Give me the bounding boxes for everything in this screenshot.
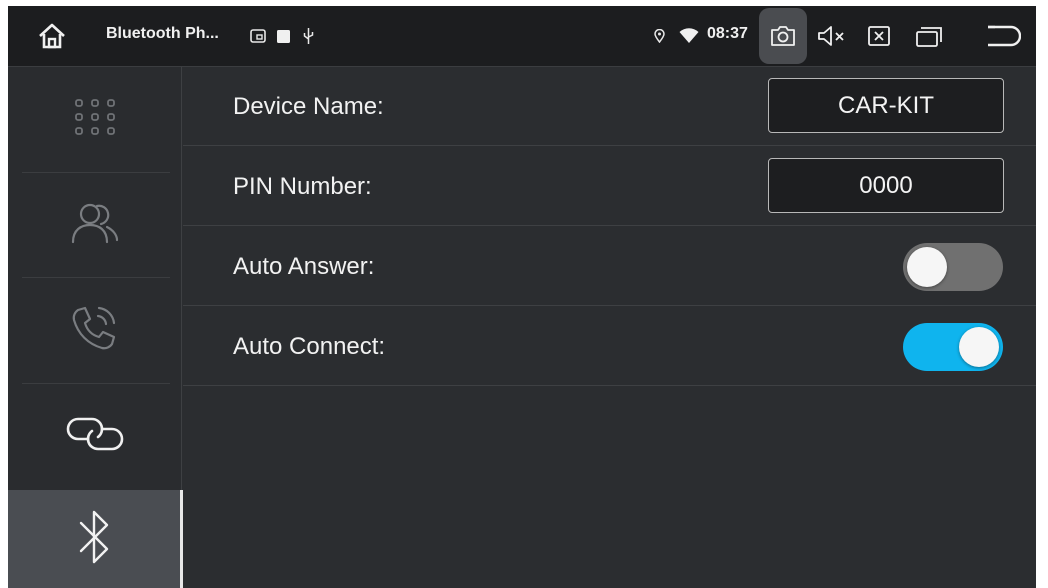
sidebar-item-pairing[interactable] [8,384,182,488]
phone-call-icon [70,304,120,357]
sidebar-item-contacts[interactable] [8,173,182,277]
pin-number-row: PIN Number: 0000 [183,147,1036,226]
sidebar-item-dialpad[interactable] [8,67,182,171]
dialpad-icon [73,97,117,142]
pin-number-field[interactable]: 0000 [768,158,1004,213]
home-icon[interactable] [36,20,68,52]
contacts-icon [67,200,123,251]
status-clock: 08:37 [707,25,748,42]
sidebar-nav [8,67,182,588]
status-bar: Bluetooth Ph... 08:37 [8,6,1036,67]
auto-connect-label: Auto Connect: [233,333,386,360]
bluetooth-icon [75,507,115,572]
volume-mute-icon[interactable] [816,23,848,49]
device-name-label: Device Name: [233,93,384,120]
auto-connect-row: Auto Connect: [183,307,1036,386]
app-title: Bluetooth Ph... [106,25,219,42]
sidebar-item-bluetooth[interactable] [8,490,182,588]
auto-answer-toggle[interactable] [903,243,1003,291]
auto-answer-row: Auto Answer: [183,227,1036,306]
close-window-icon[interactable] [866,24,892,48]
toggle-knob [959,327,999,367]
recent-apps-icon[interactable] [914,23,944,49]
screenshot-camera-icon[interactable] [759,8,807,64]
toggle-knob [907,247,947,287]
back-icon[interactable] [981,22,1023,50]
device-name-row: Device Name: CAR-KIT [183,67,1036,146]
device-name-field[interactable]: CAR-KIT [768,78,1004,133]
cast-icon [250,25,266,47]
wifi-icon [678,25,700,47]
sidebar-item-call-log[interactable] [8,278,182,382]
auto-answer-label: Auto Answer: [233,253,375,280]
stop-square-icon [276,25,290,47]
location-pin-icon [653,25,665,47]
pin-number-label: PIN Number: [233,173,372,200]
auto-connect-toggle[interactable] [903,323,1003,371]
link-icon [64,413,126,460]
app-screen: Bluetooth Ph... 08:37 Device Name: CAR-K… [8,6,1036,588]
bluetooth-settings-panel: Device Name: CAR-KIT PIN Number: 0000 Au… [183,67,1036,588]
usb-icon [302,25,314,47]
